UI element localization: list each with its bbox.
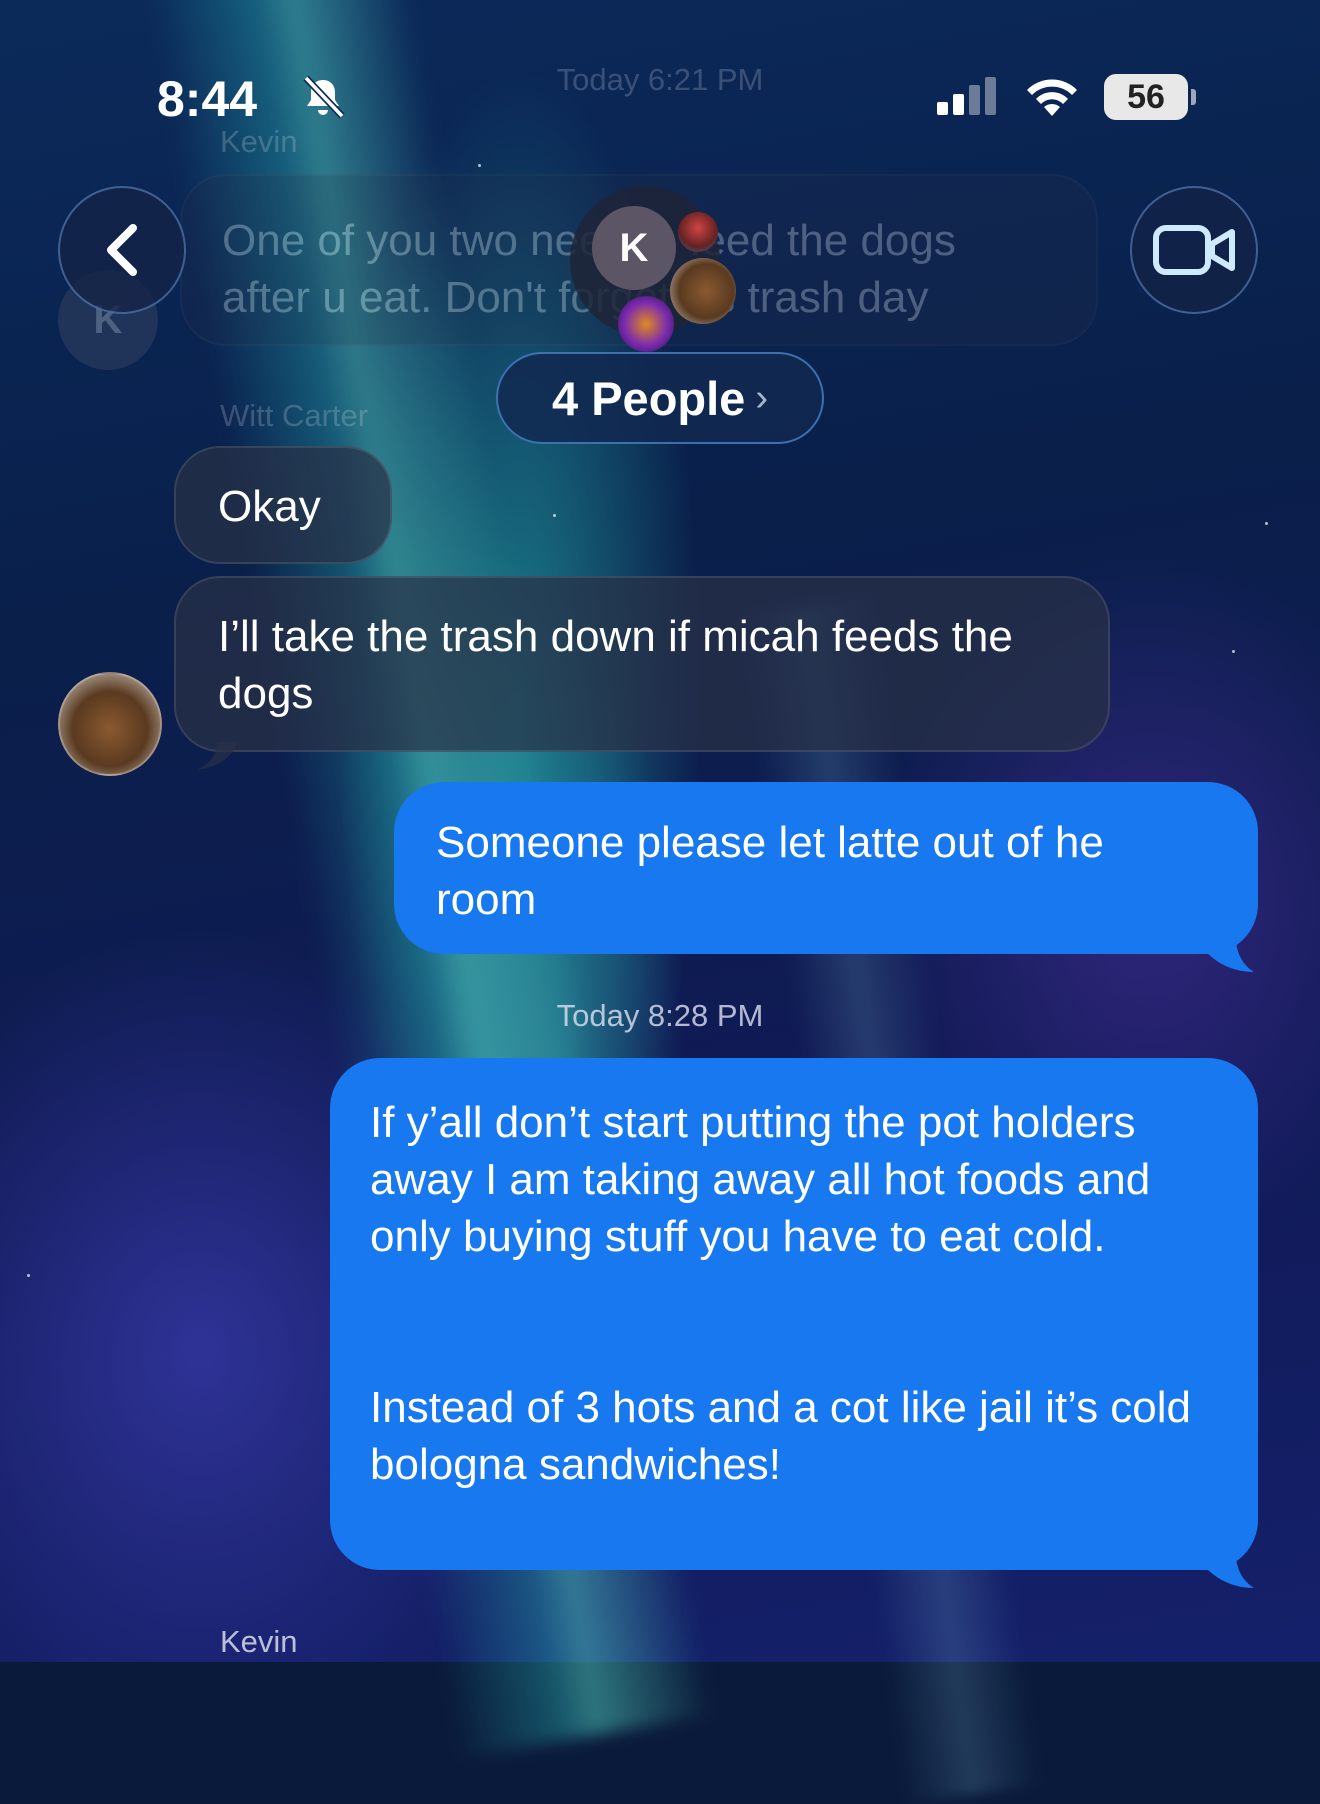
group-people-label: 4 People (552, 371, 746, 425)
message-bubble-me-potholders[interactable]: If y’all don’t start putting the pot hol… (330, 1058, 1258, 1570)
battery-icon: 56 (1104, 74, 1196, 120)
avatar-member-3 (618, 296, 674, 352)
back-button[interactable] (58, 186, 186, 314)
avatar-member-2 (670, 258, 736, 324)
star (553, 514, 556, 517)
message-text: I’ll take the trash down if micah feeds … (218, 612, 1013, 718)
back-chevron-icon (107, 224, 137, 276)
wifi-icon (1027, 79, 1077, 116)
message-text: Someone please let latte out of he room (436, 818, 1104, 924)
message-paragraph: Instead of 3 hots and a cot like jail it… (370, 1383, 1192, 1489)
bubble-tail (196, 742, 238, 770)
battery-body: 56 (1104, 74, 1188, 120)
bubble-tail (1206, 938, 1254, 972)
group-avatar-cluster[interactable]: K (570, 186, 736, 352)
mid-timestamp: Today 8:28 PM (556, 998, 764, 1033)
sender-name-witt: Witt Carter (220, 398, 369, 433)
message-bubble-witt-trash[interactable]: I’ll take the trash down if micah feeds … (174, 576, 1110, 752)
sender-name-kevin-bottom: Kevin (220, 1624, 298, 1659)
avatar-witt-carter[interactable] (58, 672, 162, 776)
video-call-button[interactable] (1130, 186, 1258, 314)
message-paragraph: If y’all don’t start putting the pot hol… (370, 1098, 1151, 1261)
battery-level: 56 (1127, 77, 1165, 116)
video-camera-icon (1153, 225, 1235, 275)
star (1232, 650, 1235, 653)
avatar-member-1 (678, 212, 718, 252)
chevron-right-icon: › (755, 376, 768, 419)
star (478, 164, 481, 167)
battery-tip (1191, 89, 1196, 105)
sender-name-kevin-top: Kevin (220, 124, 298, 159)
group-info-button[interactable]: 4 People › (496, 352, 824, 444)
star (1265, 522, 1268, 525)
message-bubble-me-latte[interactable]: Someone please let latte out of he room (394, 782, 1258, 954)
bubble-tail (1206, 1554, 1254, 1588)
message-bubble-witt-okay[interactable]: Okay (174, 446, 392, 564)
avatar-k: K (592, 206, 676, 290)
bell-slash-icon (303, 75, 345, 119)
star (27, 1274, 30, 1277)
message-text: Okay (218, 482, 321, 531)
status-time: 8:44 (157, 71, 258, 127)
cellular-signal-icon (937, 77, 996, 115)
